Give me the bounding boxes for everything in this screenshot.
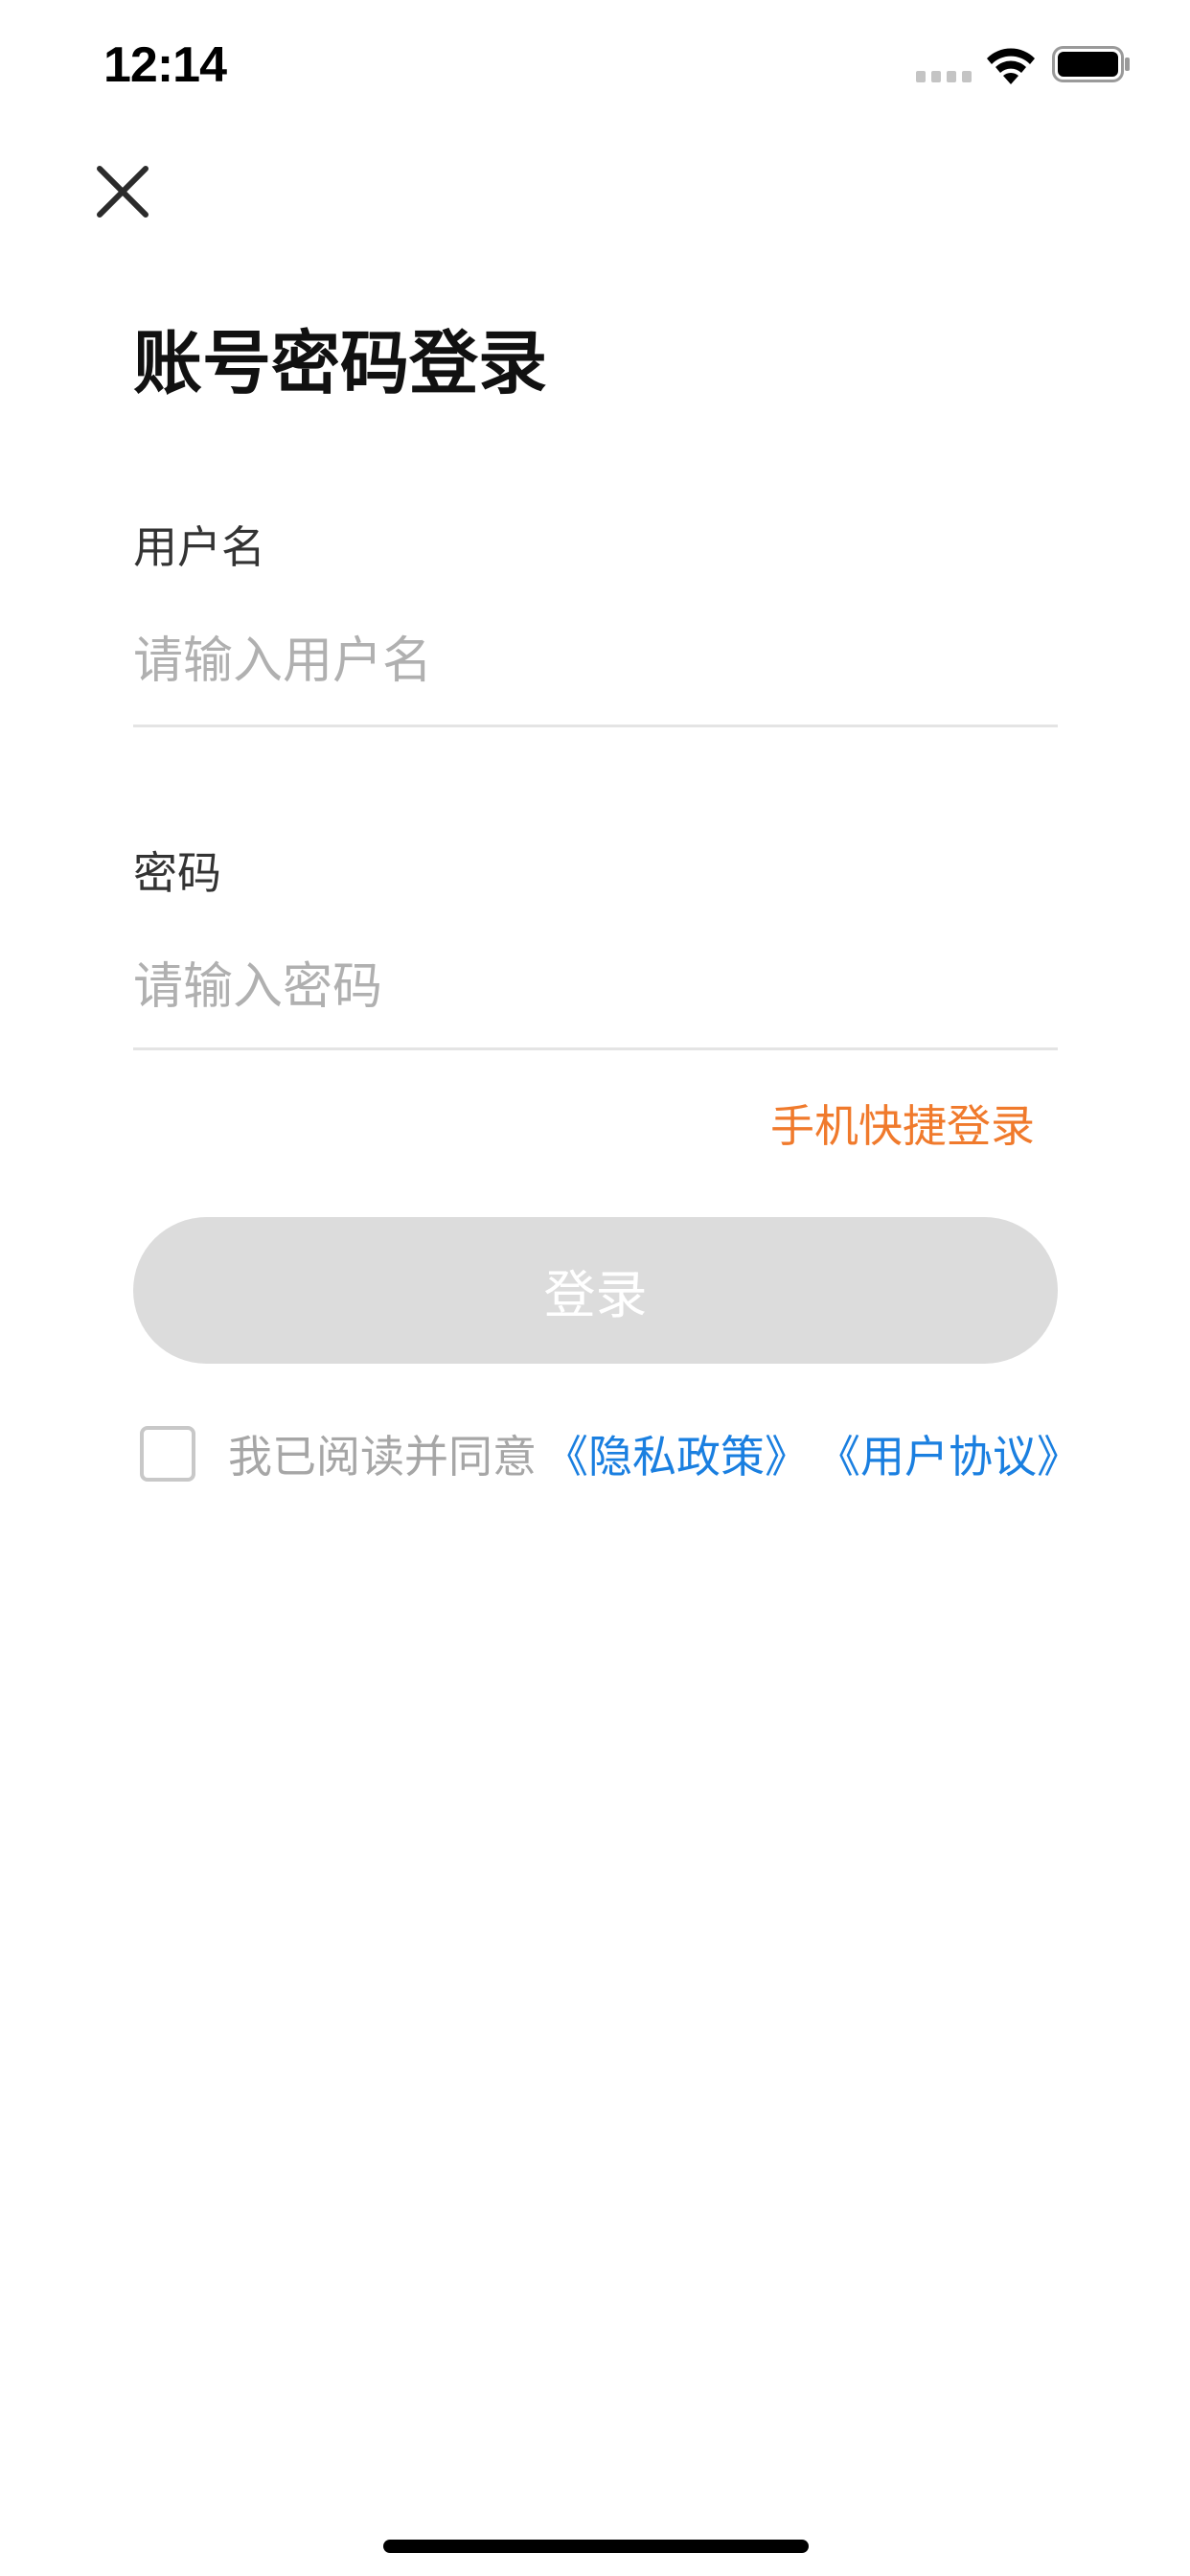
privacy-policy-link[interactable]: 《隐私政策》	[544, 1422, 809, 1485]
password-input[interactable]	[133, 944, 1058, 1030]
user-agreement-link[interactable]: 《用户协议》	[816, 1422, 1081, 1485]
cellular-signal-icon	[916, 71, 972, 82]
username-label: 用户名	[133, 521, 265, 573]
password-label: 密码	[133, 847, 221, 899]
status-bar: 12:14	[0, 0, 1190, 126]
page-title: 账号密码登录	[133, 323, 548, 403]
home-indicator	[383, 2540, 809, 2553]
close-icon	[97, 166, 149, 218]
agreement-checkbox[interactable]	[140, 1426, 195, 1482]
agreement-text: 我已阅读并同意	[228, 1431, 537, 1483]
agreement-row: 我已阅读并同意 《隐私政策》 《用户协议》	[140, 1423, 1156, 1484]
status-time: 12:14	[103, 37, 227, 93]
close-button[interactable]	[84, 153, 161, 230]
password-underline	[133, 1047, 1058, 1050]
phone-quick-login-link[interactable]: 手机快捷登录	[770, 1100, 1035, 1153]
username-input[interactable]	[133, 618, 1058, 704]
login-button[interactable]: 登录	[133, 1217, 1058, 1364]
username-underline	[133, 724, 1058, 727]
battery-icon	[1052, 46, 1130, 82]
wifi-icon	[987, 48, 1035, 84]
login-screen: 12:14 账号密码登录 用户名 密码 手机快捷登录	[0, 0, 1190, 2576]
